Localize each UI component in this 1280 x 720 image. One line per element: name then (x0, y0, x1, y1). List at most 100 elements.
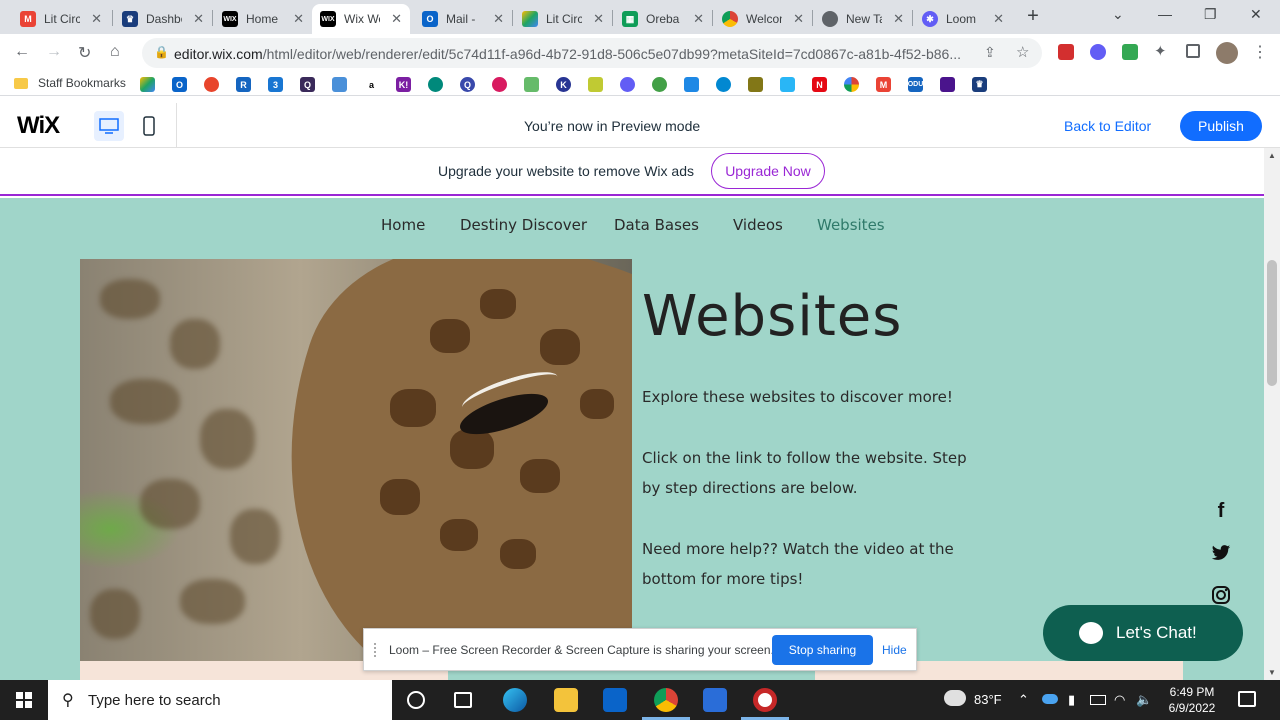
bookmark-icon[interactable] (844, 77, 859, 92)
loom-bookmark-icon[interactable] (620, 77, 635, 92)
outlook-bookmark-icon[interactable]: O (172, 77, 187, 92)
star-icon[interactable]: ☆ (1016, 43, 1029, 61)
close-icon[interactable]: ✕ (693, 11, 704, 27)
nav-destiny-discover[interactable]: Destiny Discover (460, 216, 587, 234)
bookmark-icon[interactable] (748, 77, 763, 92)
close-icon[interactable]: ✕ (793, 11, 804, 27)
tab-new-tab[interactable]: New Tab ✕ (814, 4, 912, 34)
twitter-icon[interactable] (1208, 540, 1234, 566)
close-icon[interactable]: ✕ (391, 11, 402, 27)
minimize-icon[interactable]: — (1158, 6, 1172, 22)
weather-icon[interactable] (944, 690, 966, 706)
close-icon[interactable]: ✕ (893, 11, 904, 27)
drag-handle[interactable] (374, 643, 380, 657)
bookmark-icon[interactable]: Q (460, 77, 475, 92)
home-icon[interactable]: ⌂ (110, 43, 120, 61)
taskbar-clock[interactable]: 6:49 PM 6/9/2022 (1166, 684, 1218, 716)
publish-button[interactable]: Publish (1180, 111, 1262, 141)
zoom-bookmark-icon[interactable] (684, 77, 699, 92)
loom-extension-icon[interactable] (1090, 44, 1106, 60)
avatar[interactable] (1216, 42, 1238, 64)
back-to-editor-link[interactable]: Back to Editor (1064, 118, 1151, 134)
bookmark-icon[interactable] (940, 77, 955, 92)
desktop-view-button[interactable] (94, 111, 124, 141)
close-icon[interactable]: ✕ (993, 11, 1004, 27)
new-tab-button[interactable]: + (1022, 6, 1044, 28)
bookmark-icon[interactable] (716, 77, 731, 92)
upgrade-now-button[interactable]: Upgrade Now (711, 153, 825, 189)
nav-home[interactable]: Home (381, 216, 425, 234)
extension-icon[interactable] (1058, 44, 1074, 60)
close-icon[interactable]: ✕ (493, 11, 504, 27)
menu-icon[interactable]: ⋮ (1252, 42, 1268, 62)
kahoot-bookmark-icon[interactable]: K! (396, 77, 411, 92)
page-scrollbar[interactable]: ▲ ▼ (1264, 148, 1280, 680)
tab-search-icon[interactable]: ⌄ (1112, 6, 1124, 23)
edge-icon[interactable] (503, 688, 527, 712)
tab-loom[interactable]: ✱ Loom ✕ (914, 4, 1012, 34)
close-icon[interactable]: ✕ (193, 11, 204, 27)
file-explorer-icon[interactable] (554, 688, 578, 712)
windows-start-icon[interactable] (16, 692, 32, 708)
bookmark-icon[interactable] (524, 77, 539, 92)
bookmark-folder-staff[interactable]: Staff Bookmarks (14, 76, 126, 90)
side-panel-icon[interactable] (1186, 44, 1200, 58)
tab-lit-circ-gmail[interactable]: M Lit Circ ✕ (12, 4, 110, 34)
netflix-bookmark-icon[interactable]: N (812, 77, 827, 92)
nav-data-bases[interactable]: Data Bases (614, 216, 699, 234)
tab-mail[interactable]: O Mail - ✕ (414, 4, 512, 34)
stop-sharing-button[interactable]: Stop sharing (772, 635, 873, 665)
mobile-view-button[interactable] (134, 111, 164, 141)
share-icon[interactable]: ⇪ (984, 44, 996, 61)
notifications-icon[interactable] (1238, 691, 1256, 707)
bookmark-icon[interactable]: R (236, 77, 251, 92)
app-icon[interactable] (753, 688, 777, 712)
tab-welcome[interactable]: Welcome ✕ (714, 4, 812, 34)
chat-button[interactable]: Let's Chat! (1043, 605, 1243, 661)
close-icon[interactable]: ✕ (293, 11, 304, 27)
close-icon[interactable]: ✕ (593, 11, 604, 27)
bookmark-icon[interactable] (428, 77, 443, 92)
calendar-bookmark-icon[interactable]: 3 (268, 77, 283, 92)
wifi-icon[interactable]: ◠ (1114, 692, 1125, 708)
bookmark-icon[interactable]: K (556, 77, 571, 92)
tab-dashboard[interactable]: ♛ Dashboard ✕ (114, 4, 212, 34)
battery-icon[interactable] (1090, 695, 1106, 705)
nav-videos[interactable]: Videos (733, 216, 783, 234)
task-view-icon[interactable] (454, 692, 472, 708)
weather-temp[interactable]: 83°F (974, 692, 1002, 707)
bookmark-icon[interactable]: ♛ (972, 77, 987, 92)
tab-lit-circ-drive[interactable]: Lit Circ ✕ (514, 4, 612, 34)
bookmark-icon[interactable]: Q (300, 77, 315, 92)
outlook-taskbar-icon[interactable] (603, 688, 627, 712)
back-icon[interactable]: ← (14, 43, 30, 61)
bookmark-icon[interactable]: ODU (908, 77, 923, 92)
bookmark-icon[interactable] (588, 77, 603, 92)
puzzle-icon[interactable]: ✦ (1154, 42, 1167, 60)
bookmark-icon[interactable] (204, 77, 219, 92)
onedrive-icon[interactable] (1042, 694, 1058, 704)
tab-wix-website[interactable]: WIX Wix Website ✕ (312, 4, 410, 34)
extension-icon[interactable] (1122, 44, 1138, 60)
amazon-bookmark-icon[interactable]: a (364, 77, 379, 92)
store-icon[interactable] (703, 688, 727, 712)
nav-websites[interactable]: Websites (817, 216, 885, 234)
tab-oreba[interactable]: ▦ Oreba ✕ (614, 4, 712, 34)
bookmark-icon[interactable] (652, 77, 667, 92)
hide-button[interactable]: Hide (882, 643, 907, 657)
close-window-icon[interactable]: ✕ (1250, 6, 1262, 23)
reload-icon[interactable]: ↻ (78, 43, 91, 63)
microphone-icon[interactable]: ▮ (1068, 692, 1075, 708)
drive-bookmark-icon[interactable] (140, 77, 155, 92)
chrome-taskbar-icon[interactable] (654, 688, 678, 712)
cortana-icon[interactable] (407, 691, 425, 709)
gmail-bookmark-icon[interactable]: M (876, 77, 891, 92)
address-bar[interactable]: 🔒 editor.wix.com/html/editor/web/rendere… (142, 38, 1042, 68)
lock-icon[interactable]: 🔒 (154, 45, 169, 59)
bookmark-icon[interactable] (780, 77, 795, 92)
facebook-icon[interactable]: f (1208, 498, 1234, 524)
bookmark-icon[interactable] (332, 77, 347, 92)
forward-icon[interactable]: → (46, 43, 62, 61)
scrollbar-thumb[interactable] (1267, 260, 1277, 386)
tray-chevron-icon[interactable]: ⌃ (1018, 692, 1029, 708)
